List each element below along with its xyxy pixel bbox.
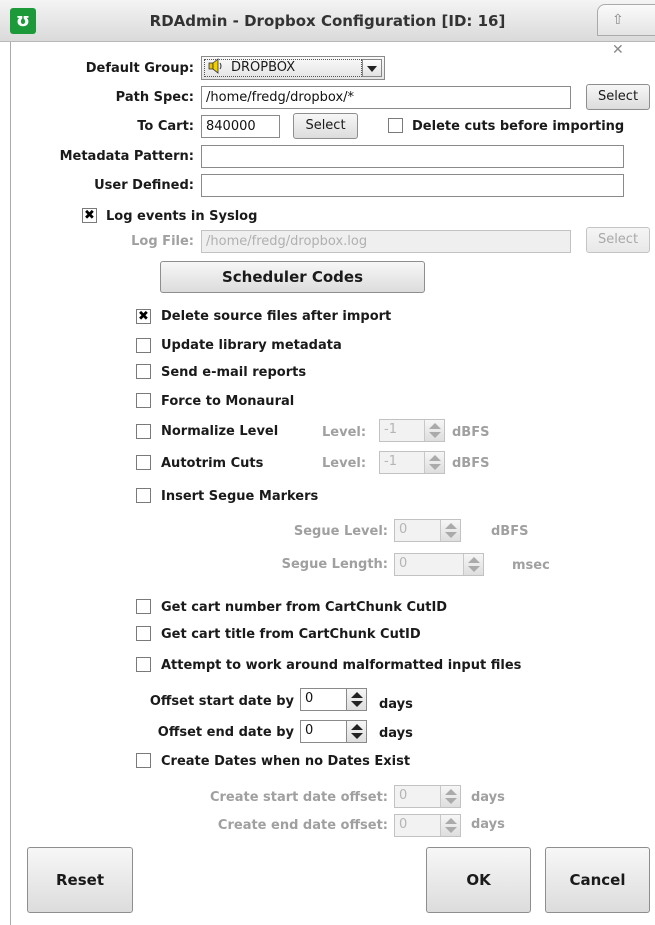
create-end-offset-unit: days (471, 817, 505, 832)
create-dates-checkbox[interactable] (136, 753, 151, 768)
create-end-offset-spinbox[interactable]: 0 (394, 814, 461, 837)
normalize-level-label: Level: (322, 425, 367, 440)
title-bar[interactable]: ʊ RDAdmin - Dropbox Configuration [ID: 1… (0, 0, 655, 58)
path-spec-label: Path Spec: (115, 90, 194, 105)
normalize-level-value: -1 (384, 422, 397, 437)
segue-length-spinbox[interactable]: 0 (394, 553, 484, 576)
cartchunk-number-checkbox[interactable] (136, 599, 151, 614)
segue-level-value: 0 (399, 522, 408, 537)
create-start-offset-unit: days (471, 790, 505, 805)
delete-cuts-checkbox[interactable] (388, 118, 403, 133)
segue-level-label: Segue Level: (293, 524, 388, 539)
log-file-label: Log File: (131, 234, 194, 249)
normalize-unit: dBFS (452, 425, 490, 440)
autotrim-unit: dBFS (452, 456, 490, 471)
log-syslog-checkbox[interactable]: ✖ (82, 208, 97, 223)
cancel-button[interactable]: Cancel (545, 847, 650, 913)
force-mono-checkbox[interactable] (136, 393, 151, 408)
user-defined-label: User Defined: (94, 178, 194, 193)
chevron-down-icon[interactable] (362, 59, 382, 77)
spin-arrows-icon[interactable] (440, 815, 460, 836)
window-title: RDAdmin - Dropbox Configuration [ID: 16] (149, 12, 506, 30)
create-start-offset-value: 0 (399, 788, 408, 803)
malformatted-checkbox[interactable] (136, 657, 151, 672)
spin-arrows-icon[interactable] (463, 554, 483, 575)
autotrim-level-spinbox[interactable]: -1 (379, 451, 445, 474)
offset-end-label: Offset end date by (157, 725, 294, 740)
segue-length-label: Segue Length: (281, 557, 388, 572)
normalize-checkbox[interactable] (136, 424, 151, 439)
spin-arrows-icon[interactable] (440, 520, 460, 541)
segue-checkbox[interactable] (136, 488, 151, 503)
cartchunk-title-label: Get cart title from CartChunk CutID (161, 627, 421, 642)
cartchunk-number-label: Get cart number from CartChunk CutID (161, 600, 448, 615)
normalize-level-spinbox[interactable]: -1 (379, 419, 445, 442)
metadata-pattern-label: Metadata Pattern: (59, 149, 194, 164)
create-start-offset-label: Create start date offset: (209, 790, 388, 805)
to-cart-input[interactable]: 840000 (201, 115, 280, 138)
default-group-combobox[interactable]: DROPBOX (201, 56, 385, 80)
path-spec-select-button[interactable]: Select (586, 84, 650, 110)
to-cart-select-button[interactable]: Select (293, 113, 358, 139)
speaker-icon (208, 58, 222, 74)
create-start-offset-spinbox[interactable]: 0 (394, 785, 461, 808)
send-email-checkbox[interactable] (136, 364, 151, 379)
spin-arrows-icon[interactable] (346, 721, 366, 742)
offset-start-value: 0 (305, 691, 314, 706)
reset-button[interactable]: Reset (27, 847, 133, 913)
offset-end-spinbox[interactable]: 0 (300, 720, 367, 743)
offset-start-unit: days (379, 697, 413, 712)
log-file-select-button[interactable]: Select (586, 227, 650, 253)
log-syslog-label: Log events in Syslog (106, 209, 258, 224)
user-defined-input[interactable] (201, 174, 624, 197)
create-end-offset-label: Create end date offset: (217, 818, 388, 833)
offset-end-unit: days (379, 726, 413, 741)
delete-source-checkbox[interactable]: ✖ (136, 309, 151, 324)
autotrim-checkbox[interactable] (136, 455, 151, 470)
window-controls[interactable]: ⇧ ✕ (597, 4, 655, 58)
cartchunk-title-checkbox[interactable] (136, 626, 151, 641)
delete-source-label: Delete source files after import (161, 309, 392, 324)
segue-level-unit: dBFS (491, 524, 529, 539)
segue-label: Insert Segue Markers (161, 489, 319, 504)
offset-start-label: Offset start date by (149, 694, 294, 709)
ok-button[interactable]: OK (426, 847, 531, 913)
update-metadata-checkbox[interactable] (136, 338, 151, 353)
window-left-border (10, 42, 11, 925)
scheduler-codes-button[interactable]: Scheduler Codes (160, 261, 425, 293)
delete-cuts-label: Delete cuts before importing (412, 119, 625, 134)
update-metadata-label: Update library metadata (161, 338, 342, 353)
autotrim-label: Autotrim Cuts (161, 456, 264, 471)
spin-arrows-icon[interactable] (440, 786, 460, 807)
force-mono-label: Force to Monaural (161, 394, 295, 409)
autotrim-level-label: Level: (322, 456, 367, 471)
offset-end-value: 0 (305, 723, 314, 738)
send-email-label: Send e-mail reports (161, 365, 307, 380)
default-group-label: Default Group: (85, 61, 194, 76)
segue-length-value: 0 (399, 556, 408, 571)
autotrim-level-value: -1 (384, 454, 397, 469)
metadata-pattern-input[interactable] (201, 145, 624, 168)
segue-level-spinbox[interactable]: 0 (394, 519, 461, 542)
create-dates-label: Create Dates when no Dates Exist (161, 754, 411, 769)
offset-start-spinbox[interactable]: 0 (300, 688, 367, 711)
log-file-input[interactable]: /home/fredg/dropbox.log (201, 230, 571, 253)
spin-arrows-icon[interactable] (346, 689, 366, 710)
path-spec-input[interactable]: /home/fredg/dropbox/* (201, 86, 571, 109)
create-end-offset-value: 0 (399, 817, 408, 832)
segue-length-unit: msec (512, 558, 550, 573)
spin-arrows-icon[interactable] (424, 420, 444, 441)
spin-arrows-icon[interactable] (424, 452, 444, 473)
malformatted-label: Attempt to work around malformatted inpu… (161, 658, 522, 673)
default-group-value: DROPBOX (204, 59, 362, 77)
to-cart-label: To Cart: (137, 119, 194, 134)
normalize-label: Normalize Level (161, 424, 279, 439)
